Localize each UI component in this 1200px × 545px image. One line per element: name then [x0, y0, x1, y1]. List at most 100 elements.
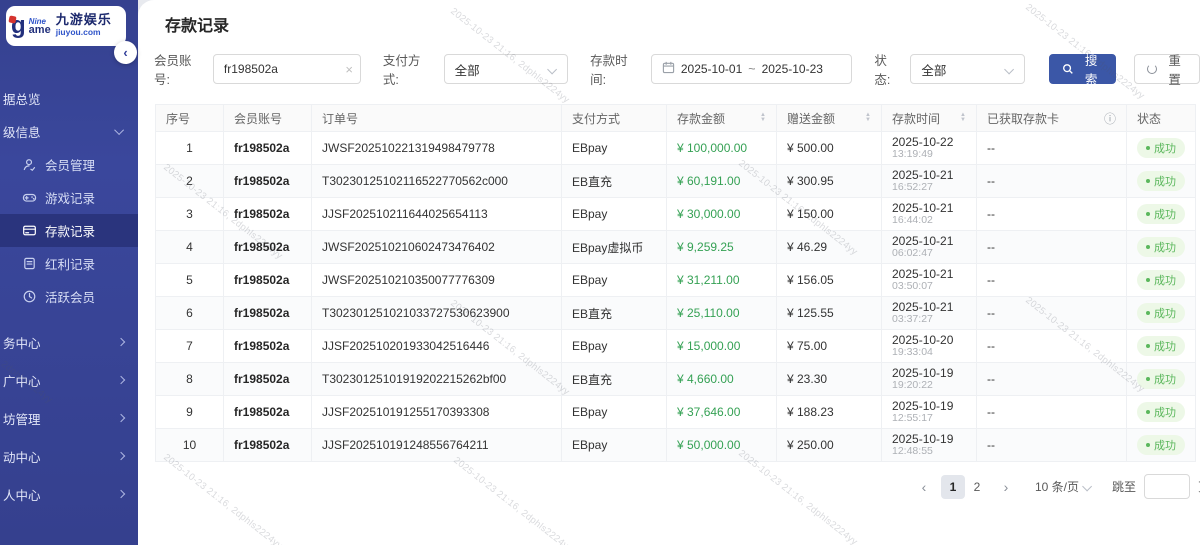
cell-bonus: ¥ 46.29	[777, 231, 882, 264]
sidebar-group-item-4[interactable]: 人中心	[0, 475, 138, 513]
reset-button[interactable]: 重置	[1134, 54, 1200, 84]
cell-account: fr198502a	[224, 132, 312, 165]
cell-order: T302301251021033727530623900	[312, 297, 562, 330]
status-select[interactable]: 全部	[910, 54, 1025, 84]
jump-to-label: 跳至	[1112, 478, 1136, 495]
cell-account: fr198502a	[224, 198, 312, 231]
cell-method: EBpay	[562, 396, 667, 429]
page-button-2[interactable]: 2	[965, 475, 989, 499]
next-page-button[interactable]: ›	[995, 475, 1017, 499]
calendar-icon	[662, 61, 675, 77]
sidebar-item-subordinate-info[interactable]: 级信息	[0, 115, 138, 148]
cell-no: 8	[156, 363, 224, 396]
page-button-1[interactable]: 1	[941, 475, 965, 499]
cell-no: 4	[156, 231, 224, 264]
cell-order: JJSF202510191255170393308	[312, 396, 562, 429]
col-header-amount[interactable]: 存款金额▲▼	[667, 105, 777, 132]
cell-card: --	[977, 231, 1127, 264]
sidebar-group-item-3[interactable]: 动中心	[0, 437, 138, 475]
user-icon	[22, 157, 37, 172]
cell-no: 9	[156, 396, 224, 429]
col-header-card: 已获取存款卡ⓘ	[977, 105, 1127, 132]
cell-account: fr198502a	[224, 264, 312, 297]
cell-amount: ¥ 100,000.00	[667, 132, 777, 165]
sidebar-item-label: 会员管理	[45, 155, 95, 174]
cell-amount: ¥ 50,000.00	[667, 429, 777, 462]
sidebar-group-item-2[interactable]: 坊管理	[0, 399, 138, 437]
app-logo[interactable]: g Nine ame 九游娱乐 jiuyou.com	[6, 6, 126, 46]
col-header-account: 会员账号	[224, 105, 312, 132]
sort-icon[interactable]: ▲▼	[865, 113, 871, 123]
cell-status: 成功	[1127, 297, 1196, 330]
cell-card: --	[977, 429, 1127, 462]
cell-datetime: 2025-10-1912:48:55	[882, 429, 977, 462]
info-icon[interactable]: ⓘ	[1104, 110, 1116, 127]
cell-no: 7	[156, 330, 224, 363]
sidebar-item-gamepad[interactable]: 游戏记录	[0, 181, 138, 214]
date-end: 2025-10-23	[762, 62, 823, 76]
search-button[interactable]: 搜索	[1049, 54, 1117, 84]
table-row: 6fr198502aT302301251021033727530623900EB…	[156, 297, 1196, 330]
status-badge: 成功	[1137, 336, 1185, 356]
sidebar-item-card[interactable]: 存款记录	[0, 214, 138, 247]
sidebar-item-label: 广中心	[3, 371, 41, 390]
cell-status: 成功	[1127, 264, 1196, 297]
col-header-datetime[interactable]: 存款时间▲▼	[882, 105, 977, 132]
page-size-select[interactable]: 10 条/页	[1035, 478, 1092, 495]
sidebar-item-clock[interactable]: 活跃会员	[0, 280, 138, 313]
member-account-inputbox: ×	[213, 54, 361, 84]
cell-card: --	[977, 198, 1127, 231]
cell-bonus: ¥ 125.55	[777, 297, 882, 330]
table-row: 3fr198502aJJSF202510211644025654113EBpay…	[156, 198, 1196, 231]
sidebar-nav: 据总览 级信息 会员管理游戏记录存款记录红利记录活跃会员 务中心广中心坊管理动中…	[0, 82, 138, 513]
deposit-time-range-picker[interactable]: 2025-10-01 ~ 2025-10-23	[651, 54, 852, 84]
sidebar-collapse-button[interactable]: ‹	[114, 41, 137, 64]
cell-bonus: ¥ 300.95	[777, 165, 882, 198]
table-row: 2fr198502aT30230125102116522770562c000EB…	[156, 165, 1196, 198]
col-header-bonus[interactable]: 赠送金额▲▼	[777, 105, 882, 132]
cell-no: 2	[156, 165, 224, 198]
cell-no: 5	[156, 264, 224, 297]
status-badge: 成功	[1137, 402, 1185, 422]
cell-account: fr198502a	[224, 429, 312, 462]
cell-bonus: ¥ 23.30	[777, 363, 882, 396]
member-account-label: 会员账号:	[154, 50, 205, 88]
cell-bonus: ¥ 500.00	[777, 132, 882, 165]
cell-no: 1	[156, 132, 224, 165]
cell-datetime: 2025-10-2103:50:07	[882, 264, 977, 297]
member-account-input[interactable]	[214, 62, 360, 76]
sidebar-item-document[interactable]: 红利记录	[0, 247, 138, 280]
cell-no: 6	[156, 297, 224, 330]
deposit-time-label: 存款时间:	[590, 50, 643, 88]
table-row: 7fr198502aJJSF202510201933042516446EBpay…	[156, 330, 1196, 363]
status-badge: 成功	[1137, 237, 1185, 257]
main-panel: 存款记录 会员账号: × 支付方式: 全部 存款时间: 2025-10-01	[138, 0, 1200, 545]
payment-method-select[interactable]: 全部	[444, 54, 568, 84]
document-icon	[22, 256, 37, 271]
chevron-right-icon	[117, 490, 125, 498]
sidebar-group-item-1[interactable]: 广中心	[0, 361, 138, 399]
sidebar-item-overview[interactable]: 据总览	[0, 82, 138, 115]
search-icon	[1062, 63, 1074, 75]
pagination: ‹ 12 › 10 条/页 跳至 页	[154, 474, 1200, 499]
sidebar-item-label: 游戏记录	[45, 188, 95, 207]
cell-card: --	[977, 330, 1127, 363]
chevron-right-icon	[117, 376, 125, 384]
cell-account: fr198502a	[224, 165, 312, 198]
clear-icon[interactable]: ×	[345, 62, 353, 77]
sidebar-item-user[interactable]: 会员管理	[0, 148, 138, 181]
reset-icon	[1147, 64, 1157, 74]
payment-method-label: 支付方式:	[383, 50, 436, 88]
sidebar-item-label: 红利记录	[45, 254, 95, 273]
chevron-down-icon	[547, 64, 557, 74]
sort-icon[interactable]: ▲▼	[960, 113, 966, 123]
cell-status: 成功	[1127, 396, 1196, 429]
sort-icon[interactable]: ▲▼	[760, 113, 766, 123]
clock-icon	[22, 289, 37, 304]
chevron-right-icon	[117, 414, 125, 422]
cell-bonus: ¥ 156.05	[777, 264, 882, 297]
table-row: 10fr198502aJJSF202510191248556764211EBpa…	[156, 429, 1196, 462]
jump-page-input[interactable]	[1144, 474, 1190, 499]
prev-page-button[interactable]: ‹	[913, 475, 935, 499]
sidebar-group-item-0[interactable]: 务中心	[0, 323, 138, 361]
